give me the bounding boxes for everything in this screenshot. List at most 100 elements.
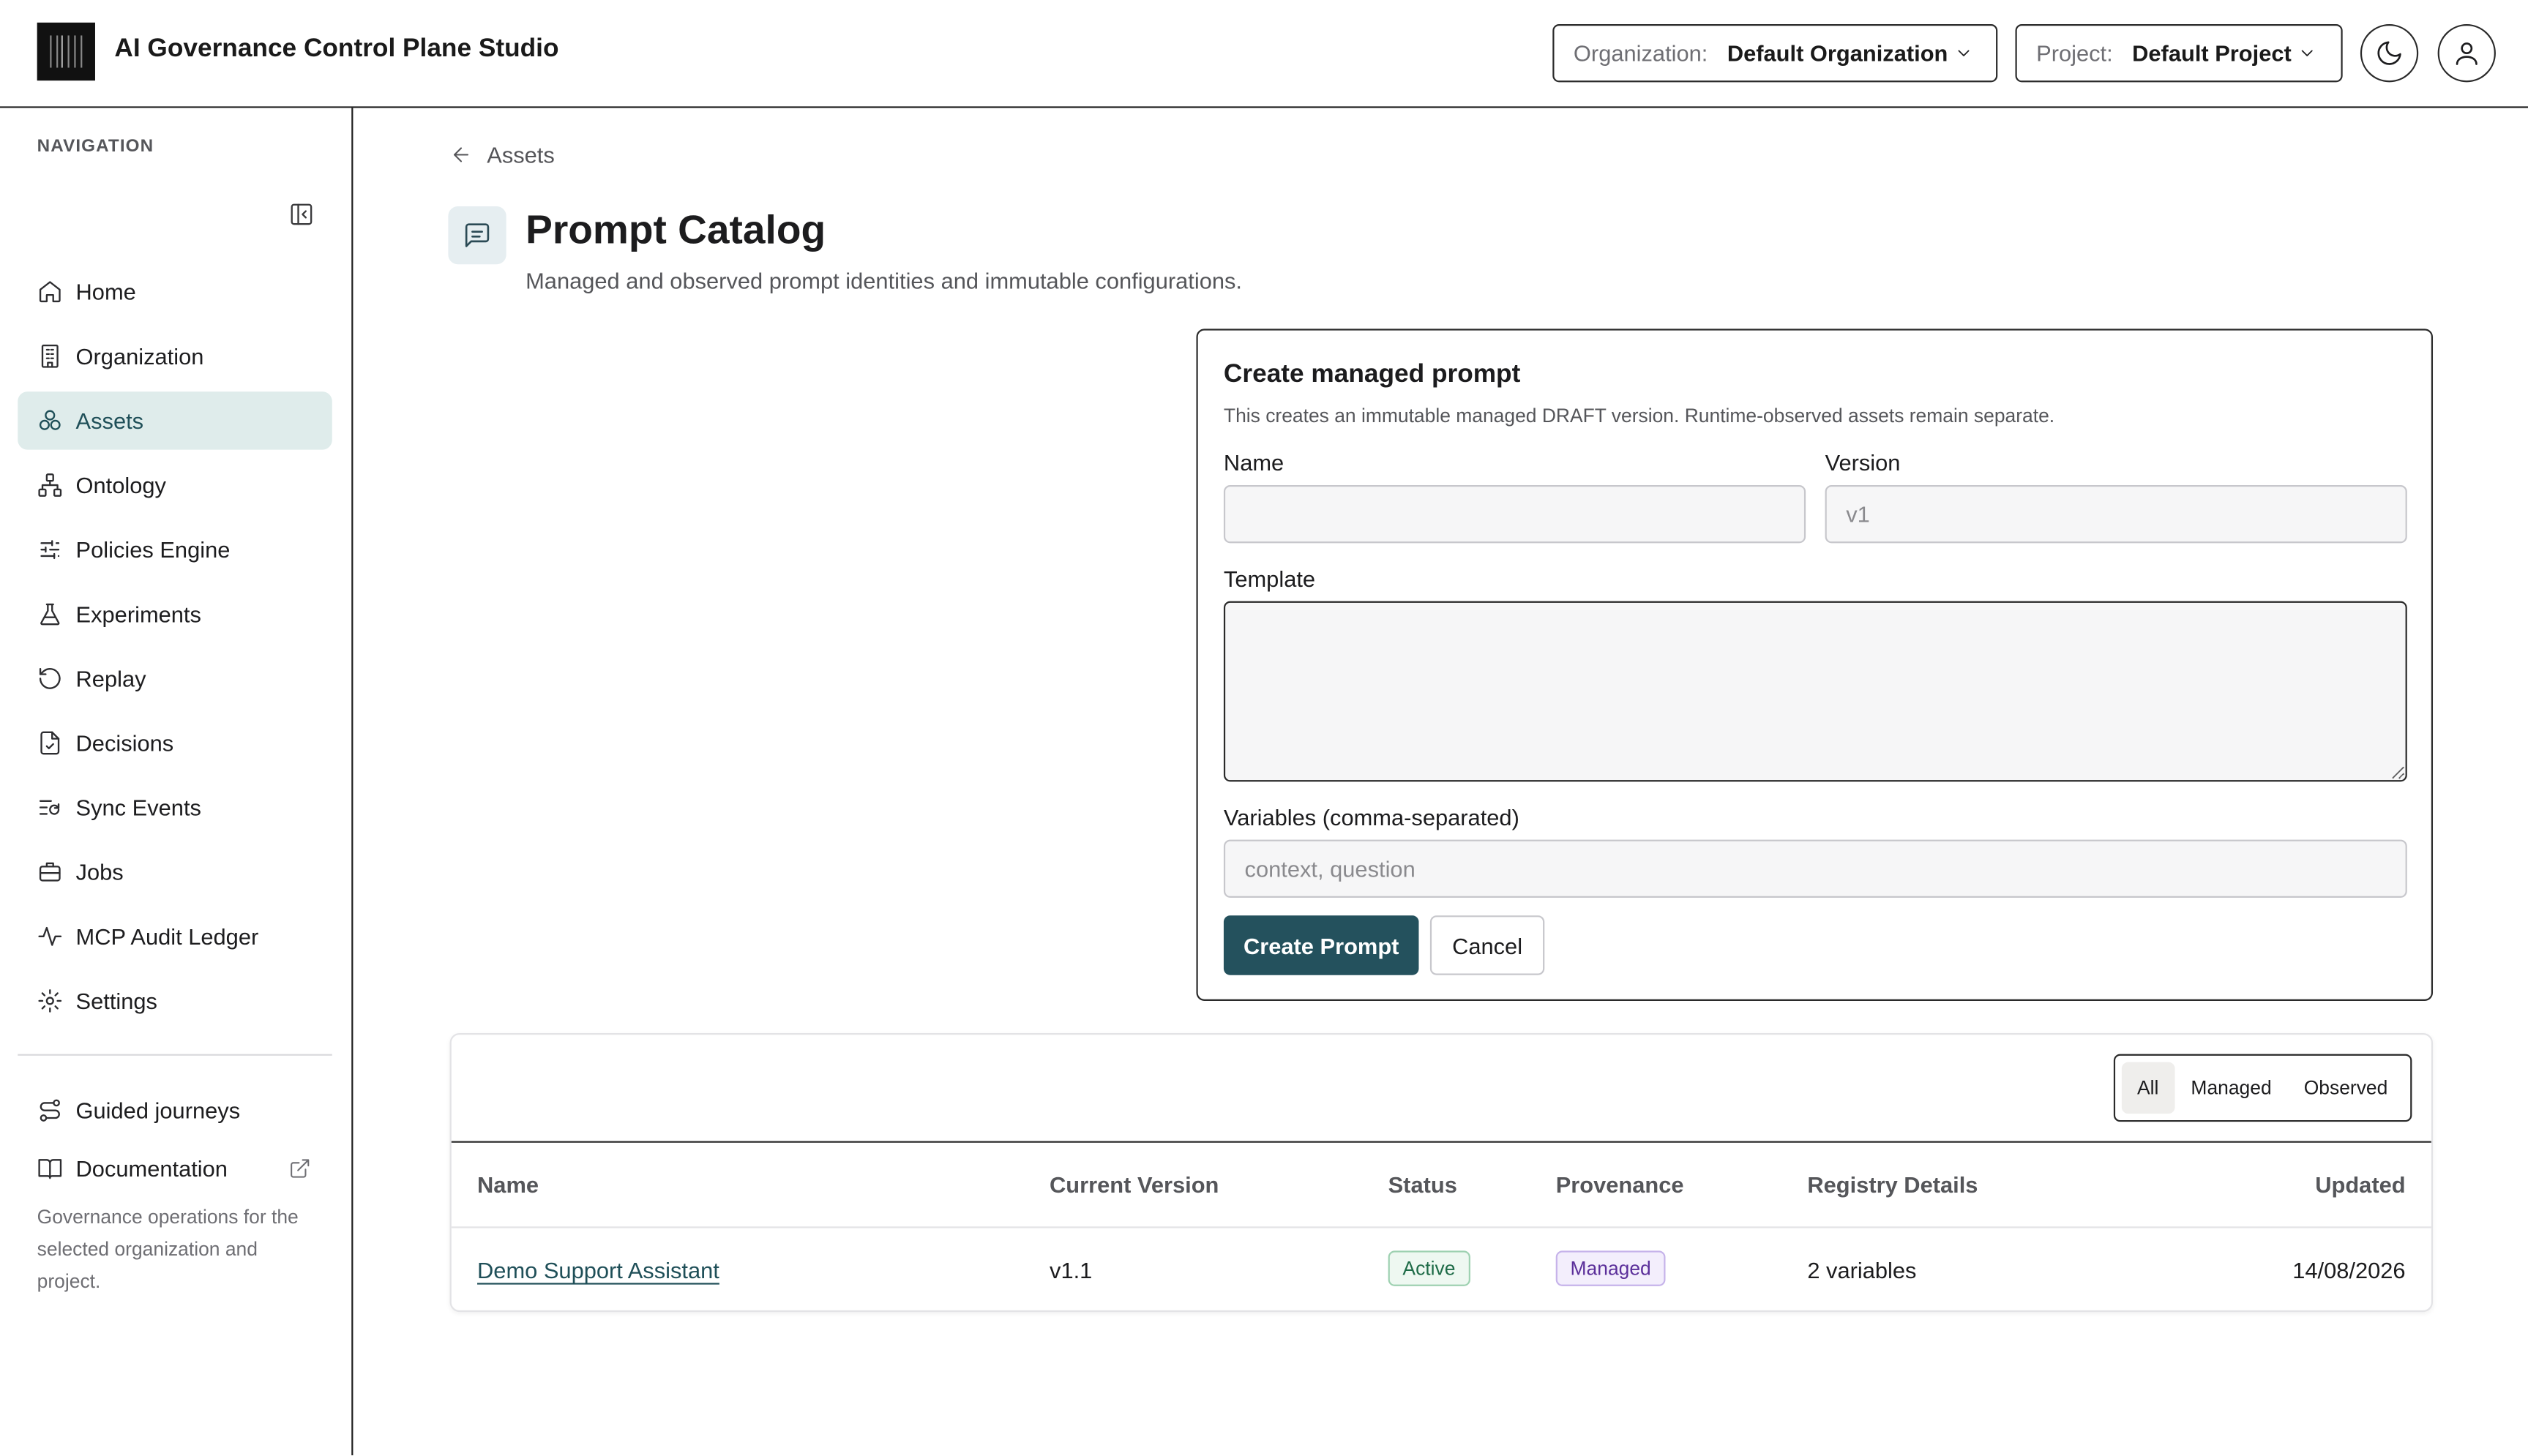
network-icon [37,472,63,498]
name-input[interactable] [1223,485,1806,544]
route-icon [37,1097,63,1123]
sidebar-item-policies-engine[interactable]: Policies Engine [18,521,332,579]
user-menu-button[interactable] [2437,24,2496,83]
project-value: Default Project [2132,40,2292,67]
column-header-current-version[interactable]: Current Version [1050,1171,1219,1197]
user-icon [2456,42,2477,65]
provenance-badge: Managed [1555,1250,1666,1286]
back-link-label: Assets [487,141,555,168]
prompt-table-card: All Managed Observed Name Current Versio… [449,1032,2434,1313]
top-bar: AI Governance Control Plane Studio Organ… [0,0,2528,108]
app-root: AI Governance Control Plane Studio Organ… [0,0,2528,1456]
documentation-label: Documentation [75,1155,228,1182]
variables-input[interactable] [1223,839,2407,898]
variables-label: Variables (comma-separated) [1223,804,1519,830]
sidebar-item-label: Organization [75,343,204,369]
activity-icon [37,923,63,949]
column-header-provenance[interactable]: Provenance [1556,1171,1684,1197]
arrow-left-icon [453,147,469,162]
app-title: AI Governance Control Plane Studio [114,35,559,63]
external-link-icon [288,1157,311,1180]
sidebar-item-label: Jobs [75,859,124,885]
template-textarea[interactable] [1223,601,2407,782]
sidebar-item-experiments[interactable]: Experiments [18,585,332,643]
sidebar-item-settings[interactable]: Settings [18,972,332,1029]
table-header-divider [451,1141,2431,1143]
provenance-filter: All Managed Observed [2112,1054,2412,1122]
create-prompt-button[interactable]: Create Prompt [1223,915,1419,975]
gear-icon [37,988,63,1013]
sidebar-item-home[interactable]: Home [18,263,332,320]
flask-icon [37,601,63,627]
sidebar-item-label: MCP Audit Ledger [75,923,259,950]
filter-managed-button[interactable]: Managed [2174,1062,2287,1114]
sync-icon [37,795,63,820]
nav-heading: NAVIGATION [37,137,154,157]
theme-toggle-button[interactable] [2360,24,2419,83]
replay-icon [37,666,63,691]
decision-file-icon [37,730,63,756]
app-logo [37,22,95,81]
sidebar-item-label: Decisions [75,729,174,757]
sidebar-footer-text: Governance operations for the selected o… [37,1205,299,1293]
create-prompt-form: Create managed prompt This creates an im… [1196,329,2434,1001]
sidebar-item-organization[interactable]: Organization [18,327,332,385]
sidebar-item-label: Home [75,279,136,305]
book-icon [37,1155,63,1181]
collapse-sidebar-button[interactable] [288,201,314,227]
sidebar-item-sync-events[interactable]: Sync Events [18,778,332,836]
sidebar-item-label: Ontology [75,472,166,498]
organization-value: Default Organization [1727,40,1948,67]
home-icon [37,279,63,304]
sidebar-item-mcp-audit-ledger[interactable]: MCP Audit Ledger [18,907,332,965]
sidebar-item-label: Replay [75,665,146,692]
page-title: Prompt Catalog [526,208,826,253]
sidebar-item-label: Assets [75,408,144,434]
project-label: Project: [2036,40,2113,67]
sidebar-item-decisions[interactable]: Decisions [18,714,332,772]
column-header-name[interactable]: Name [477,1171,539,1197]
sidebar-collapse-icon [291,203,313,225]
registry-details: 2 variables [1807,1257,1917,1283]
form-title: Create managed prompt [1223,361,1521,389]
updated-date: 14/08/2026 [2292,1257,2406,1283]
organization-label: Organization: [1573,40,1708,67]
message-square-icon [448,206,506,265]
sidebar-item-label: Sync Events [75,794,201,821]
cancel-button[interactable]: Cancel [1429,915,1545,975]
name-label: Name [1223,449,1284,476]
assets-icon [37,408,63,433]
version-label: Version [1825,449,1901,476]
sidebar-item-replay[interactable]: Replay [18,650,332,708]
back-to-assets-link[interactable]: Assets [450,142,555,168]
sidebar-item-label: Policies Engine [75,536,231,563]
table-row-divider [451,1226,2431,1228]
status-badge: Active [1388,1250,1470,1286]
moon-icon [2377,41,2401,65]
organization-selector[interactable]: Organization: Default Organization [1552,24,1998,83]
chevron-down-icon [1958,50,1970,56]
column-header-updated[interactable]: Updated [2315,1171,2405,1197]
prompt-version: v1.1 [1050,1257,1093,1283]
building-icon [37,343,63,369]
page-subtitle: Managed and observed prompt identities a… [526,267,1243,293]
form-description: This creates an immutable managed DRAFT … [1223,404,2055,427]
guided-journeys-link[interactable]: Guided journeys [18,1081,332,1139]
column-header-status[interactable]: Status [1388,1171,1457,1197]
documentation-link[interactable]: Documentation [18,1139,332,1197]
sliders-icon [37,537,63,563]
project-selector[interactable]: Project: Default Project [2015,24,2343,83]
sidebar-item-ontology[interactable]: Ontology [18,456,332,514]
version-input[interactable] [1825,485,2407,544]
sidebar-item-assets[interactable]: Assets [18,391,332,450]
sidebar: NAVIGATION Home Organization Assets Onto… [0,108,354,1456]
sidebar-item-jobs[interactable]: Jobs [18,843,332,901]
sidebar-divider [18,1054,332,1056]
template-label: Template [1223,566,1316,592]
column-header-registry-details[interactable]: Registry Details [1807,1171,1978,1197]
sidebar-item-label: Experiments [75,601,201,627]
chevron-down-icon [2302,50,2314,56]
prompt-name-link[interactable]: Demo Support Assistant [477,1257,719,1283]
filter-all-button[interactable]: All [2120,1062,2175,1114]
filter-observed-button[interactable]: Observed [2288,1062,2404,1114]
